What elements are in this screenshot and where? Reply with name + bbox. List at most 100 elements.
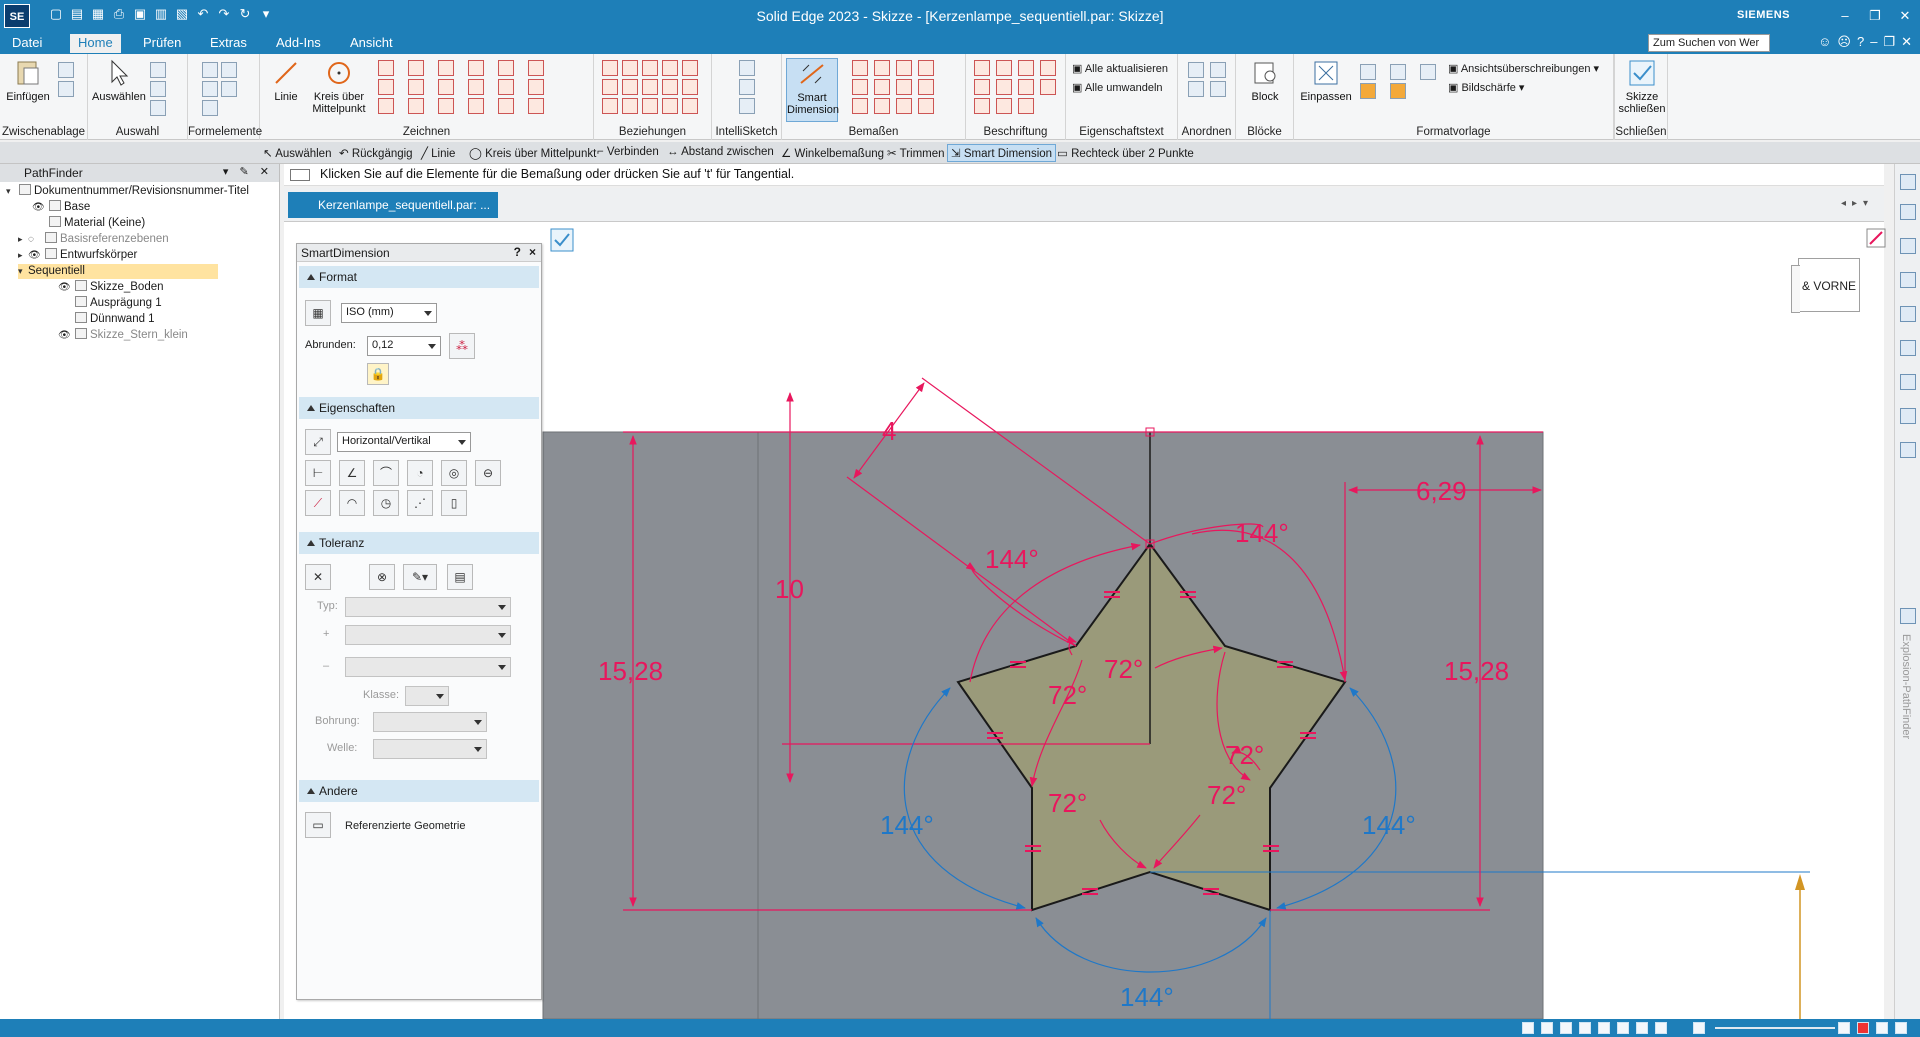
angle-inner-br-label[interactable]: 72° [1207, 780, 1246, 810]
select-tools-icon[interactable] [150, 62, 166, 78]
doc-minimize-icon[interactable]: – [1870, 34, 1877, 50]
minus-select[interactable] [345, 657, 511, 677]
scale-icon[interactable] [468, 98, 484, 114]
dim-stack-icon[interactable] [918, 98, 934, 114]
rectangle-icon[interactable] [378, 60, 394, 76]
angle-right-blue-label[interactable]: 144° [1362, 810, 1416, 840]
angle-left-blue-label[interactable]: 144° [880, 810, 934, 840]
view-right-icon[interactable] [1420, 64, 1436, 80]
perpendicular-icon[interactable] [662, 79, 678, 95]
gear-icon[interactable] [221, 62, 237, 78]
angle-bottom-blue-label[interactable]: 144° [1120, 982, 1174, 1012]
cross-hatch-icon[interactable] [1018, 98, 1034, 114]
circle-feature-icon[interactable] [202, 81, 218, 97]
dimension-axis-icon[interactable] [918, 79, 934, 95]
arc-icon[interactable] [408, 60, 424, 76]
dim-retrieve-icon[interactable] [896, 98, 912, 114]
angle-top-right-label[interactable]: 144° [1235, 518, 1289, 548]
status-zoom-icon[interactable] [1541, 1022, 1553, 1034]
status-view-icon[interactable] [1598, 1022, 1610, 1034]
dim-align-icon[interactable] [852, 98, 868, 114]
alle-aktualisieren-button[interactable]: ▣ Alle aktualisieren [1072, 62, 1168, 75]
rigid-icon[interactable] [622, 98, 638, 114]
cmd-kreis[interactable]: ◯ Kreis über Mittelpunkt [466, 145, 599, 161]
status-sketch-view-icon[interactable] [1617, 1022, 1629, 1034]
offset-icon[interactable] [438, 60, 454, 76]
radius-icon[interactable]: ◔ [407, 460, 433, 486]
connect-icon[interactable] [602, 60, 618, 76]
bohrung-select[interactable] [373, 712, 487, 732]
format-select[interactable]: ISO (mm) [341, 303, 437, 323]
klasse-input[interactable] [405, 686, 449, 706]
dim-width-label[interactable]: 4 [882, 416, 896, 446]
split-icon[interactable] [528, 60, 544, 76]
dimension-style-icon[interactable] [896, 79, 912, 95]
pattern-sketch-icon[interactable] [498, 79, 514, 95]
datum-frame-icon[interactable] [1018, 79, 1034, 95]
angular-dim-icon[interactable]: ∠ [339, 460, 365, 486]
camera-icon[interactable] [1900, 408, 1916, 424]
expand-icon[interactable]: ▸ [18, 232, 28, 247]
relation-handle-icon[interactable] [682, 60, 698, 76]
tree-item-base[interactable]: 👁 Base [32, 200, 90, 215]
alle-umwandeln-button[interactable]: ▣ Alle umwandeln [1072, 81, 1163, 94]
kreis-button[interactable]: Kreis über Mittelpunkt [308, 58, 370, 115]
zoom-slider[interactable] [1715, 1027, 1835, 1029]
hole-icon[interactable] [202, 62, 218, 78]
concentric-icon[interactable] [642, 60, 658, 76]
pattern-icon[interactable] [202, 100, 218, 116]
point-icon[interactable] [408, 98, 424, 114]
linie-button[interactable]: Linie [266, 58, 306, 103]
eye-icon[interactable]: 👁 [58, 328, 72, 343]
restore-icon[interactable]: ❐ [1860, 0, 1890, 32]
abrunden-select[interactable]: 0,12 [367, 336, 441, 356]
menu-extras[interactable]: Extras [210, 35, 247, 50]
rotate-icon[interactable] [438, 98, 454, 114]
tree-item-document[interactable]: ▾ Dokumentnummer/Revisionsnummer-Titel [6, 184, 249, 199]
eye-icon[interactable]: 👁 [28, 248, 42, 263]
symmetric-icon[interactable] [682, 79, 698, 95]
sketch-view-icon[interactable] [1864, 226, 1888, 250]
cmd-abstand[interactable]: ↔ Abstand zwischen [664, 145, 777, 159]
horizontal-icon[interactable] [622, 60, 638, 76]
feature-control-icon[interactable] [996, 79, 1012, 95]
edge-condition-icon[interactable] [974, 79, 990, 95]
auswaehlen-button[interactable]: Auswählen [92, 58, 146, 103]
record-icon[interactable] [1876, 1022, 1888, 1034]
symmetric-diameter-icon[interactable] [918, 60, 934, 76]
intellisketch-snap-icon[interactable] [739, 98, 755, 114]
tree-item-skizze-boden[interactable]: 👁 Skizze_Boden [58, 280, 164, 295]
orientation-select[interactable]: Horizontal/Vertikal [337, 432, 471, 452]
tab-nav-arrows[interactable]: ◂▸▾ [1841, 198, 1874, 209]
angle-inner-right-label[interactable]: 72° [1225, 740, 1264, 770]
expand-icon[interactable]: ▸ [18, 248, 28, 263]
minimize-icon[interactable]: – [1830, 0, 1860, 32]
extend-icon[interactable] [498, 60, 514, 76]
ansichtsueberschreibungen-button[interactable]: ▣ Ansichtsüberschreibungen ▾ [1448, 62, 1599, 75]
dim-group-icon[interactable] [874, 98, 890, 114]
angle-inner-top-label[interactable]: 72° [1104, 654, 1143, 684]
select-filter-icon[interactable] [150, 81, 166, 97]
status-style-icon[interactable] [1655, 1022, 1667, 1034]
view-cube[interactable]: & VORNE [1791, 258, 1860, 313]
project-icon[interactable] [498, 98, 514, 114]
tree-item-basisreferenzebenen[interactable]: ▸ ◌ Basisreferenzebenen [18, 232, 169, 247]
cmd-winkel[interactable]: ∠ Winkelbemaßung [778, 145, 887, 161]
doc-close-icon[interactable]: ✕ [1901, 34, 1912, 50]
fillet-icon[interactable] [378, 79, 394, 95]
help-button[interactable]: ? [514, 245, 521, 259]
move-icon[interactable] [438, 79, 454, 95]
status-rotate-icon[interactable] [1579, 1022, 1591, 1034]
eye-icon[interactable]: 👁 [32, 200, 46, 215]
tolerance-edit-icon[interactable]: ✎▾ [403, 564, 437, 590]
menu-addins[interactable]: Add-Ins [276, 35, 321, 50]
tree-item-material[interactable]: Material (Keine) [46, 216, 145, 231]
menu-pruefen[interactable]: Prüfen [143, 35, 181, 50]
lock-icon[interactable]: 🔒 [367, 363, 389, 385]
command-search-input[interactable]: Zum Suchen von Wer [1648, 34, 1770, 52]
chamfer-dim-icon[interactable] [852, 79, 868, 95]
section-eigenschaften[interactable]: Eigenschaften [299, 397, 539, 419]
cmd-verbinden[interactable]: ⌐ Verbinden [594, 145, 662, 159]
section-toleranz[interactable]: Toleranz [299, 532, 539, 554]
display-icon[interactable] [1900, 340, 1916, 356]
